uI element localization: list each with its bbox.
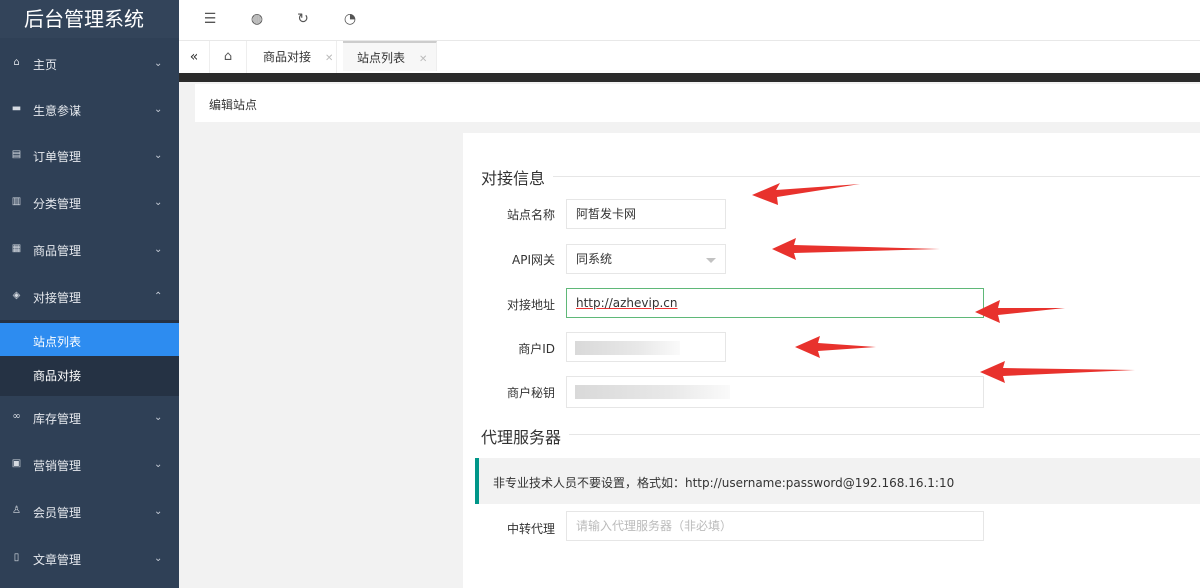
arrow-annotation [752,183,860,205]
arrow-annotation [772,238,940,260]
arrow-annotation [975,300,1065,323]
arrow-annotation [795,336,876,358]
annotation-arrows [752,183,1135,383]
arrow-annotation [980,361,1135,383]
